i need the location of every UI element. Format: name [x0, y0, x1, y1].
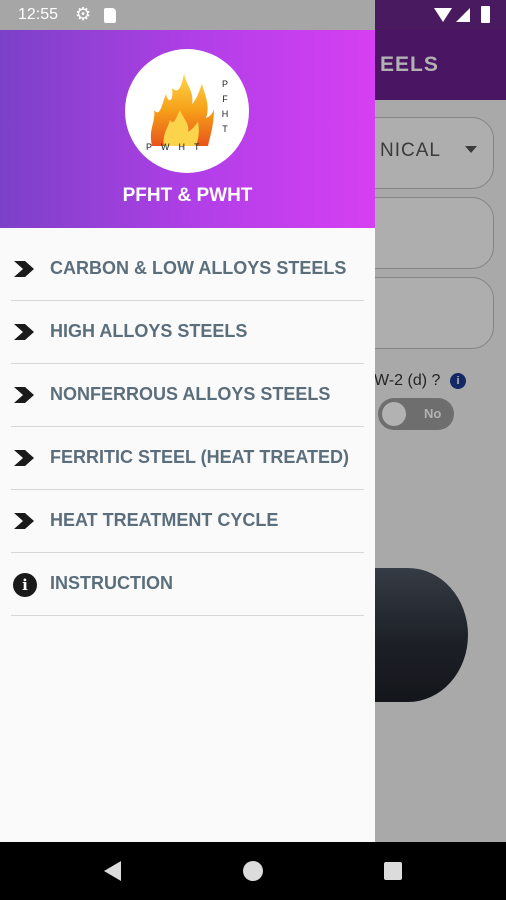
- drawer-title: PFHT & PWHT: [122, 185, 253, 206]
- menu-item-label: INSTRUCTION: [50, 573, 173, 593]
- chevron-right-icon: [14, 387, 34, 403]
- chevron-right-icon: [14, 450, 34, 466]
- system-nav-bar: [0, 842, 506, 900]
- home-icon[interactable]: [243, 861, 263, 881]
- chevron-right-icon: [14, 513, 34, 529]
- navigation-drawer: PFHT PWHT PFHT & PWHT CARBON & LOW ALLOY…: [0, 30, 375, 842]
- info-icon: i: [13, 573, 37, 597]
- menu-item-high-alloys[interactable]: HIGH ALLOYS STEELS: [0, 301, 375, 364]
- menu-item-label: HEAT TREATMENT CYCLE: [50, 510, 279, 530]
- settings-gear-icon: ⚙: [75, 4, 92, 24]
- cell-signal-icon: [456, 8, 470, 22]
- chevron-right-icon: [14, 324, 34, 340]
- drawer-menu: CARBON & LOW ALLOYS STEELS HIGH ALLOYS S…: [0, 238, 375, 616]
- menu-item-ferritic-steel[interactable]: FERRITIC STEEL (HEAT TREATED): [0, 427, 375, 490]
- menu-item-label: HIGH ALLOYS STEELS: [50, 321, 248, 341]
- flame-icon: [150, 74, 214, 146]
- logo-bottom-letters: PWHT: [146, 142, 209, 152]
- menu-item-instruction[interactable]: i INSTRUCTION: [0, 553, 375, 616]
- status-time: 12:55: [18, 6, 59, 23]
- menu-item-label: FERRITIC STEEL (HEAT TREATED): [50, 447, 349, 467]
- recent-apps-icon[interactable]: [384, 862, 402, 880]
- back-icon[interactable]: [104, 861, 121, 881]
- logo-side-letters: PFHT: [221, 79, 229, 134]
- wifi-icon: [434, 8, 452, 22]
- sd-card-icon: [104, 8, 116, 23]
- menu-item-heat-treatment-cycle[interactable]: HEAT TREATMENT CYCLE: [0, 490, 375, 553]
- chevron-right-icon: [14, 261, 34, 277]
- menu-item-label: NONFERROUS ALLOYS STEELS: [50, 384, 331, 404]
- menu-item-label: CARBON & LOW ALLOYS STEELS: [50, 258, 347, 278]
- menu-item-nonferrous-alloys[interactable]: NONFERROUS ALLOYS STEELS: [0, 364, 375, 427]
- battery-icon: [481, 6, 490, 23]
- menu-item-carbon-low-alloys[interactable]: CARBON & LOW ALLOYS STEELS: [0, 238, 375, 301]
- drawer-header: PFHT PWHT PFHT & PWHT: [0, 30, 375, 228]
- divider: [11, 615, 364, 616]
